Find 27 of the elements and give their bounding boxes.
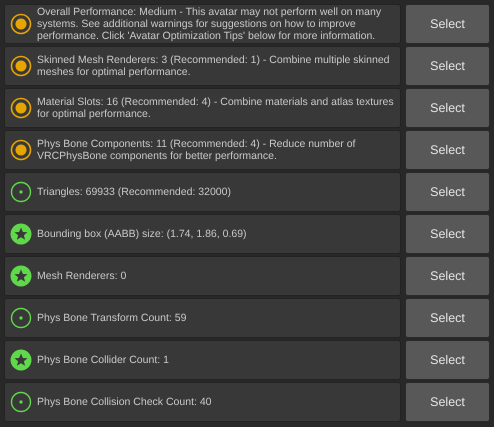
ring-dot-icon: [10, 55, 32, 77]
select-button[interactable]: Select: [405, 340, 490, 380]
message-text: Phys Bone Collider Count: 1: [37, 354, 169, 366]
message-text: Phys Bone Transform Count: 59: [37, 312, 186, 324]
ring-dot-icon: [10, 307, 32, 329]
select-button[interactable]: Select: [405, 382, 490, 422]
select-button[interactable]: Select: [405, 4, 490, 44]
ring-dot-icon: [10, 97, 32, 119]
select-button[interactable]: Select: [405, 130, 490, 170]
select-button[interactable]: Select: [405, 172, 490, 212]
select-button[interactable]: Select: [405, 298, 490, 338]
select-button[interactable]: Select: [405, 256, 490, 296]
message-text: Skinned Mesh Renderers: 3 (Recommended: 1) - Combine multiple skinned meshes for optimal performance.: [37, 54, 390, 78]
ring-dot-icon: [10, 181, 32, 203]
message-text: Bounding box (AABB) size: (1.74, 1.86, 0.69): [37, 228, 247, 240]
select-button[interactable]: Select: [405, 46, 490, 86]
ring-dot-icon: [10, 391, 32, 413]
message-text: Mesh Renderers: 0: [37, 270, 126, 282]
select-button[interactable]: Select: [405, 214, 490, 254]
message-text: Triangles: 69933 (Recommended: 32000): [37, 186, 231, 198]
select-button[interactable]: Select: [405, 88, 490, 128]
message-text: Material Slots: 16 (Recommended: 4) - Combine materials and atlas textures for optimal performance.: [37, 96, 394, 120]
message-text: Phys Bone Collision Check Count: 40: [37, 396, 212, 408]
ring-dot-icon: [10, 139, 32, 161]
ring-dot-icon: [10, 13, 32, 35]
message-text: Phys Bone Components: 11 (Recommended: 4) - Reduce number of VRCPhysBone components for better performance.: [37, 138, 356, 162]
message-text: Overall Performance: Medium - This avatar may not perform well on many systems. See additional warnings for suggestions on how to improve performance. Click 'Avatar Optimization Tips' below for more information.: [37, 6, 382, 42]
